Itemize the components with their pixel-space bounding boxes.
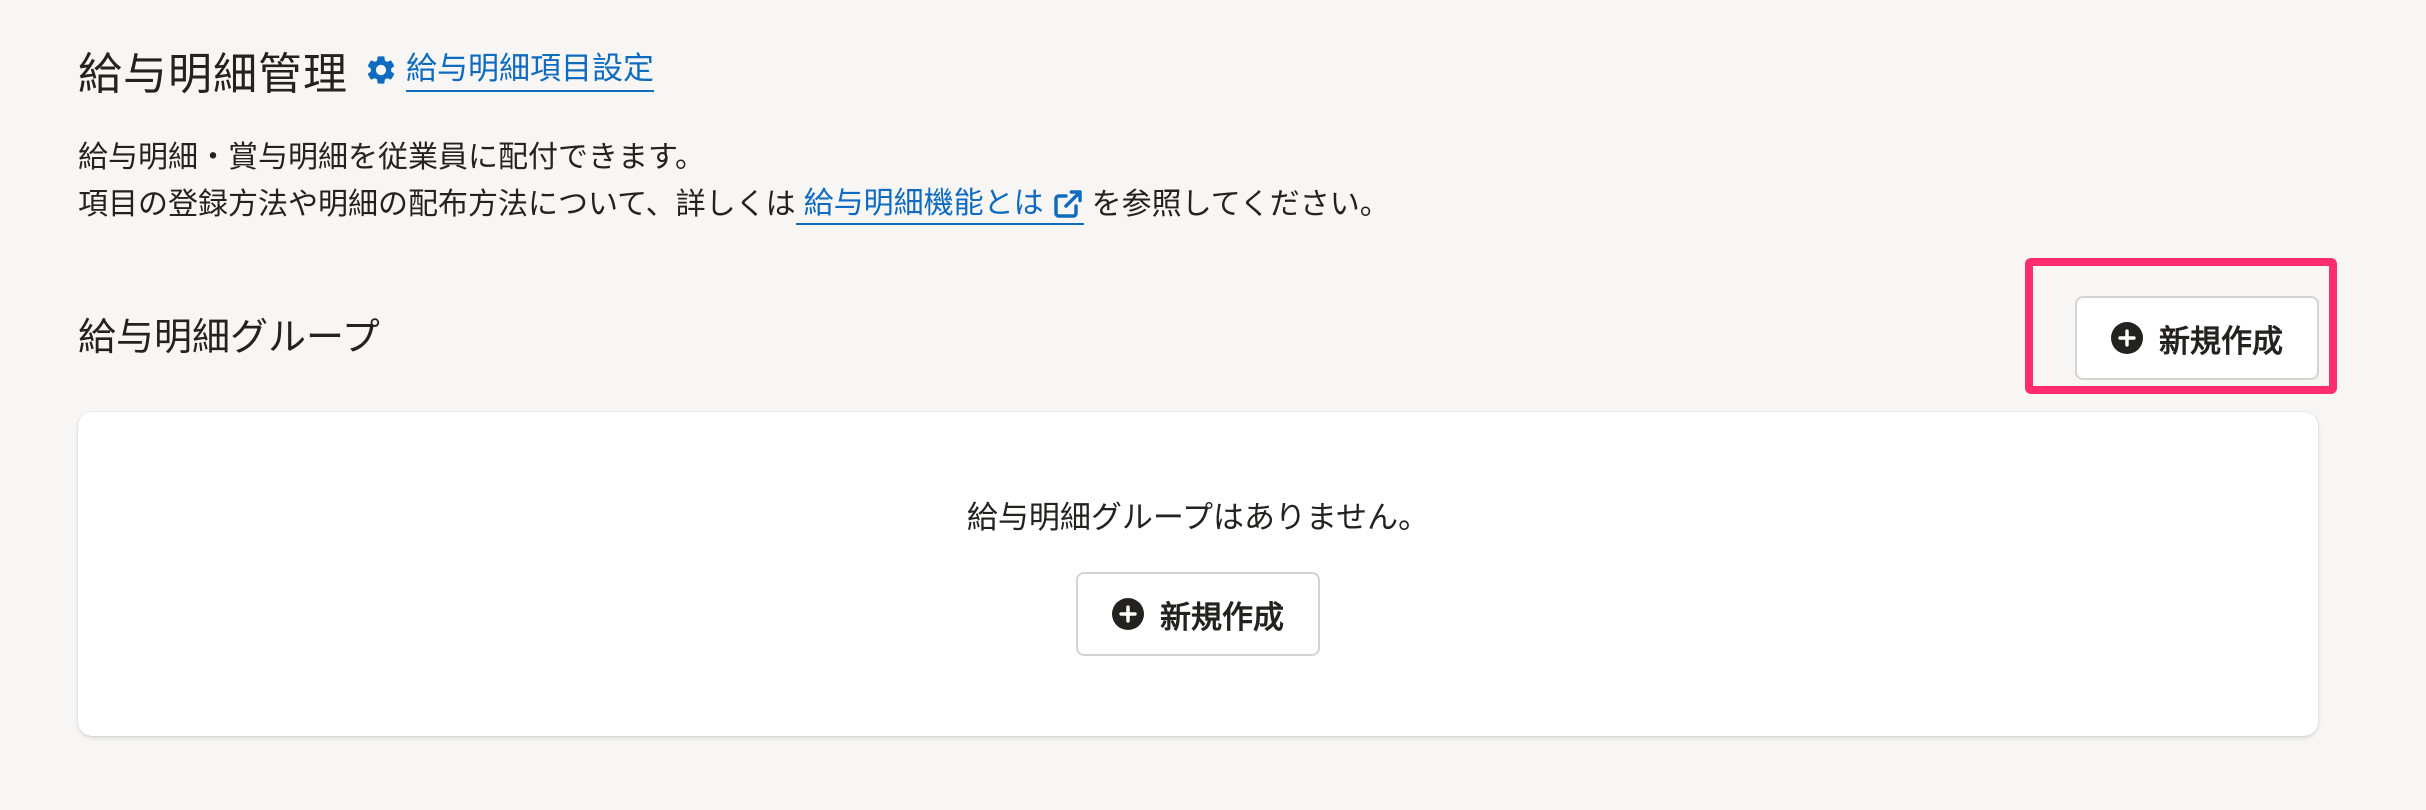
payslip-item-settings-label: 給与明細項目設定: [406, 49, 654, 92]
plus-circle-icon: [2111, 322, 2143, 354]
help-link-label: 給与明細機能とは: [803, 185, 1044, 221]
description-text-1: 給与明細・賞与明細を従業員に配付できます。: [78, 140, 705, 175]
description-text-2-before: 項目の登録方法や明細の配布方法について、詳しくは: [78, 187, 796, 222]
empty-state-card: 給与明細グループはありません。 新規作成: [78, 412, 2318, 736]
gear-icon: [367, 56, 395, 84]
empty-state-message: 給与明細グループはありません。: [966, 500, 1430, 536]
payslip-feature-help-link[interactable]: 給与明細機能とは: [795, 185, 1084, 225]
new-payslip-group-button[interactable]: 新規作成: [2075, 296, 2319, 380]
new-button-label: 新規作成: [2159, 323, 2283, 359]
page-description: 給与明細・賞与明細を従業員に配付できます。 項目の登録方法や明細の配布方法につい…: [78, 134, 1390, 228]
section-title: 給与明細グループ: [78, 315, 380, 359]
page-title: 給与明細管理: [78, 49, 348, 100]
description-text-2-after: を参照してください。: [1091, 187, 1390, 222]
description-line-2: 項目の登録方法や明細の配布方法について、詳しくは 給与明細機能とは を参照してく…: [78, 181, 1390, 228]
payslip-management-page: 給与明細管理 給与明細項目設定 給与明細・賞与明細を従業員に配付できます。 項目…: [78, 0, 2337, 810]
empty-state-new-button[interactable]: 新規作成: [1076, 572, 1320, 656]
description-line-1: 給与明細・賞与明細を従業員に配付できます。: [78, 134, 1390, 181]
empty-state-new-button-label: 新規作成: [1160, 599, 1284, 635]
external-link-icon: [1053, 189, 1082, 218]
payslip-item-settings-link[interactable]: 給与明細項目設定: [364, 49, 654, 92]
page-header: 給与明細管理 給与明細項目設定: [78, 40, 654, 100]
plus-circle-icon: [1112, 598, 1144, 630]
